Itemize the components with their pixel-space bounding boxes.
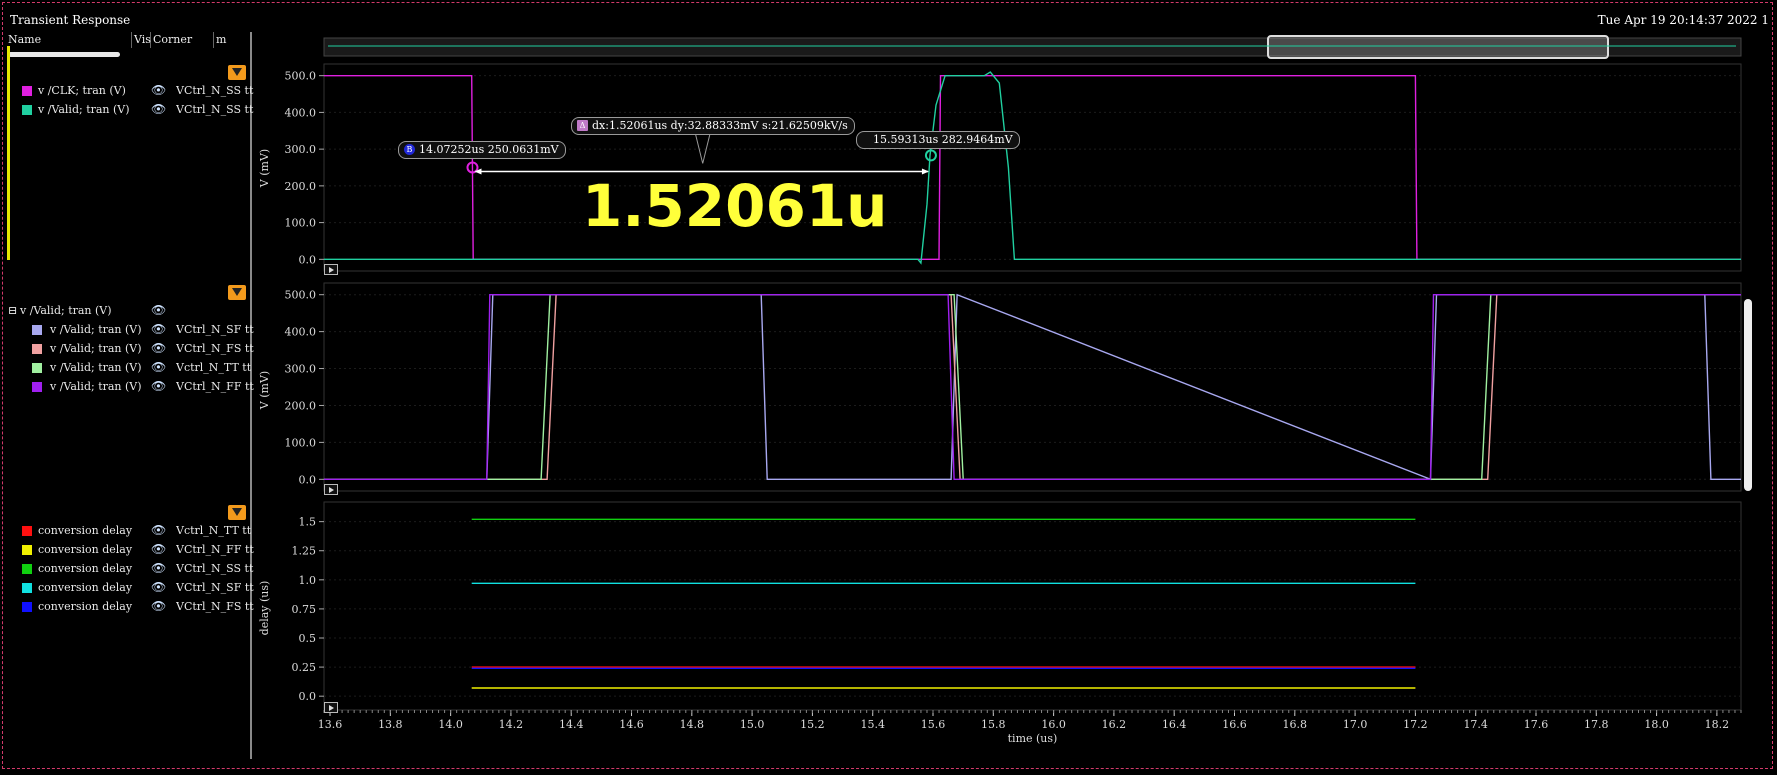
x-tick-label: 17.6: [1524, 718, 1549, 731]
y-axis-label: delay (us): [258, 581, 271, 636]
y-tick-label: 400.0: [285, 106, 317, 119]
plot-frame: [323, 63, 1742, 272]
x-tick-label: 17.2: [1403, 718, 1428, 731]
x-tick-label: 16.6: [1222, 718, 1247, 731]
y-tick-label: 500.0: [285, 70, 317, 83]
x-tick-label: 15.8: [981, 718, 1006, 731]
y-tick-label: 1.25: [292, 545, 317, 558]
x-axis-label: time (us): [1008, 732, 1058, 745]
x-tick-label: 13.8: [378, 718, 403, 731]
x-tick-label: 16.0: [1041, 718, 1066, 731]
y-axis-label: V (mV): [258, 149, 271, 188]
expand-button[interactable]: [324, 264, 338, 275]
x-tick-label: 14.4: [559, 718, 584, 731]
x-tick-label: 16.2: [1102, 718, 1127, 731]
delta-annotation: 1.52061u: [582, 172, 888, 240]
overview-window: [1267, 35, 1609, 59]
y-tick-label: 300.0: [285, 363, 317, 376]
marker-b-label: 15.59313us 282.9464mV: [873, 133, 1013, 146]
x-tick-label: 14.8: [680, 718, 705, 731]
marker-a-icon: B: [404, 144, 415, 155]
y-tick-label: 400.0: [285, 326, 317, 339]
x-tick-label: 15.6: [921, 718, 946, 731]
x-tick-label: 14.0: [438, 718, 463, 731]
y-tick-label: 0.0: [299, 473, 317, 486]
marker-a-label: 14.07252us 250.0631mV: [419, 143, 559, 156]
x-tick-label: 16.4: [1162, 718, 1187, 731]
x-tick-label: 17.8: [1584, 718, 1609, 731]
x-tick-label: 17.4: [1463, 718, 1488, 731]
delta-icon: Δ: [577, 120, 588, 131]
x-tick-label: 18.2: [1705, 718, 1730, 731]
delta-tooltip[interactable]: Δ dx:1.52061us dy:32.88333mV s:21.62509k…: [571, 117, 855, 135]
expand-button[interactable]: [324, 484, 338, 495]
y-tick-label: 0.25: [292, 661, 317, 674]
plot-frame: [323, 501, 1742, 711]
y-tick-label: 100.0: [285, 436, 317, 449]
x-tick-label: 14.2: [499, 718, 524, 731]
y-tick-label: 300.0: [285, 143, 317, 156]
y-tick-label: 0.5: [299, 632, 317, 645]
delta-label: dx:1.52061us dy:32.88333mV s:21.62509kV/…: [592, 119, 848, 132]
x-tick-label: 15.4: [860, 718, 885, 731]
waveform-plots[interactable]: 0.0 100.0 200.0 300.0 400.0 500.0 V (mV) 0.0 100…: [0, 0, 1777, 775]
y-tick-label: 0.75: [292, 603, 317, 616]
marker-a-tooltip[interactable]: B 14.07252us 250.0631mV: [398, 141, 566, 159]
marker-b-tooltip[interactable]: 15.59313us 282.9464mV: [856, 131, 1020, 149]
x-tick-label: 14.6: [619, 718, 644, 731]
y-tick-label: 1.0: [299, 574, 317, 587]
x-tick-label: 18.0: [1644, 718, 1669, 731]
vertical-scrollbar[interactable]: [1744, 299, 1752, 491]
y-tick-label: 500.0: [285, 289, 317, 302]
y-tick-label: 200.0: [285, 180, 317, 193]
y-tick-label: 1.5: [299, 516, 317, 529]
y-axis-label: V (mV): [258, 371, 271, 410]
y-tick-label: 0.0: [299, 253, 317, 266]
y-tick-label: 0.0: [299, 690, 317, 703]
expand-button[interactable]: [324, 702, 338, 713]
y-tick-label: 100.0: [285, 217, 317, 230]
y-tick-label: 200.0: [285, 399, 317, 412]
x-tick-label: 13.6: [318, 718, 343, 731]
x-tick-label: 15.2: [800, 718, 825, 731]
x-tick-label: 16.8: [1283, 718, 1308, 731]
x-tick-label: 15.0: [740, 718, 765, 731]
x-tick-label: 17.0: [1343, 718, 1368, 731]
plot-frame: [323, 282, 1742, 492]
